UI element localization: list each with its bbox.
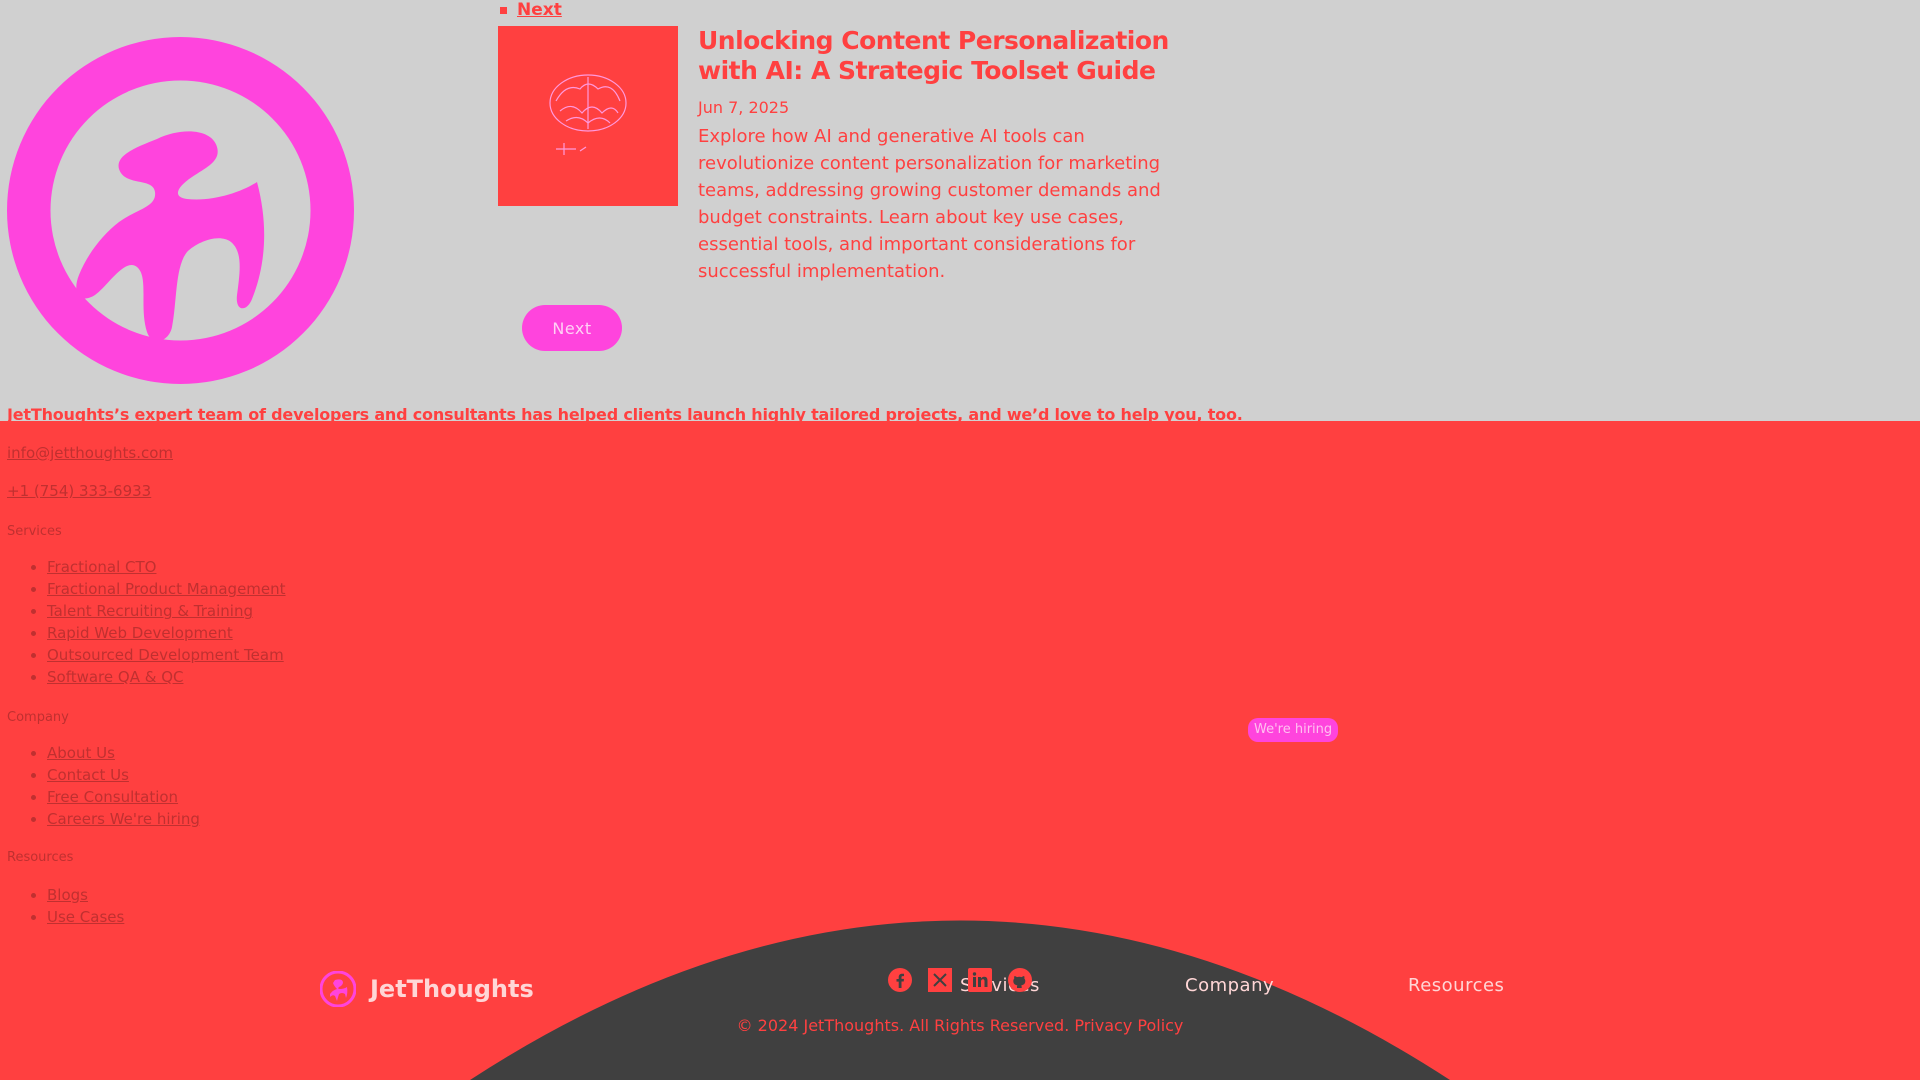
list-item: Careers We're hiring	[47, 808, 200, 830]
next-button[interactable]: Next	[522, 305, 622, 351]
linkedin-icon[interactable]	[968, 968, 992, 992]
article-thumbnail[interactable]	[498, 26, 678, 206]
service-link[interactable]: Rapid Web Development	[47, 624, 233, 642]
company-link[interactable]: Free Consultation	[47, 788, 178, 806]
resource-link[interactable]: Use Cases	[47, 908, 124, 926]
top-pagination: Next	[500, 0, 562, 20]
services-list: Fractional CTO Fractional Product Manage…	[7, 556, 286, 688]
article-text: Unlocking Content Personalization with A…	[698, 26, 1188, 285]
github-icon[interactable]	[1008, 968, 1032, 992]
list-item: Rapid Web Development	[47, 622, 286, 644]
footer: JetThoughts Services Company Resources W…	[0, 421, 1920, 1080]
service-link[interactable]: Fractional Product Management	[47, 580, 286, 598]
social-links	[888, 968, 1032, 992]
list-item: Free Consultation	[47, 786, 200, 808]
facebook-icon[interactable]	[888, 968, 912, 992]
list-item: Outsourced Development Team	[47, 644, 286, 666]
list-item: About Us	[47, 742, 200, 764]
list-item: Fractional CTO	[47, 556, 286, 578]
article-date: Jun 7, 2025	[698, 98, 790, 117]
jetthoughts-logo-icon	[7, 37, 354, 384]
email-link[interactable]: info@jetthoughts.com	[7, 444, 173, 462]
pagination-item: Next	[500, 0, 562, 20]
service-link[interactable]: Software QA & QC	[47, 668, 183, 686]
company-heading: Company	[7, 710, 69, 725]
x-icon[interactable]	[928, 968, 952, 992]
company-link[interactable]: Careers We're hiring	[47, 810, 200, 828]
footer-brand-name: JetThoughts	[370, 975, 534, 1003]
list-item: Contact Us	[47, 764, 200, 786]
list-item: Blogs	[47, 884, 124, 906]
list-item: Talent Recruiting & Training	[47, 600, 286, 622]
list-item: Fractional Product Management	[47, 578, 286, 600]
resources-heading: Resources	[7, 850, 74, 865]
article-title[interactable]: Unlocking Content Personalization with A…	[698, 26, 1188, 86]
copyright: © 2024 JetThoughts. All Rights Reserved.…	[736, 1016, 1184, 1035]
footer-column-company: Company	[1185, 975, 1275, 996]
phone-link[interactable]: +1 (754) 333-6933	[7, 482, 151, 500]
service-link[interactable]: Talent Recruiting & Training	[47, 602, 253, 620]
company-link[interactable]: Contact Us	[47, 766, 129, 784]
services-heading: Services	[7, 524, 62, 539]
list-item: Software QA & QC	[47, 666, 286, 688]
resources-list: Blogs Use Cases	[7, 884, 124, 928]
list-item: Use Cases	[47, 906, 124, 928]
bullet-square-icon	[500, 6, 507, 14]
company-list: About Us Contact Us Free Consultation Ca…	[7, 742, 200, 830]
resource-link[interactable]: Blogs	[47, 886, 88, 904]
footer-brand[interactable]: JetThoughts	[320, 971, 534, 1007]
footer-tagline: JetThoughts’s expert team of developers …	[7, 405, 1243, 424]
company-link[interactable]: About Us	[47, 744, 115, 762]
jetthoughts-small-logo-icon	[320, 971, 356, 1007]
service-link[interactable]: Fractional CTO	[47, 558, 156, 576]
footer-column-resources: Resources	[1408, 975, 1505, 996]
next-page-link[interactable]: Next	[517, 0, 562, 20]
brain-icon	[549, 74, 627, 155]
article-description: Explore how AI and generative AI tools c…	[698, 126, 1161, 282]
hiring-badge[interactable]: We're hiring	[1248, 718, 1339, 742]
service-link[interactable]: Outsourced Development Team	[47, 646, 284, 664]
